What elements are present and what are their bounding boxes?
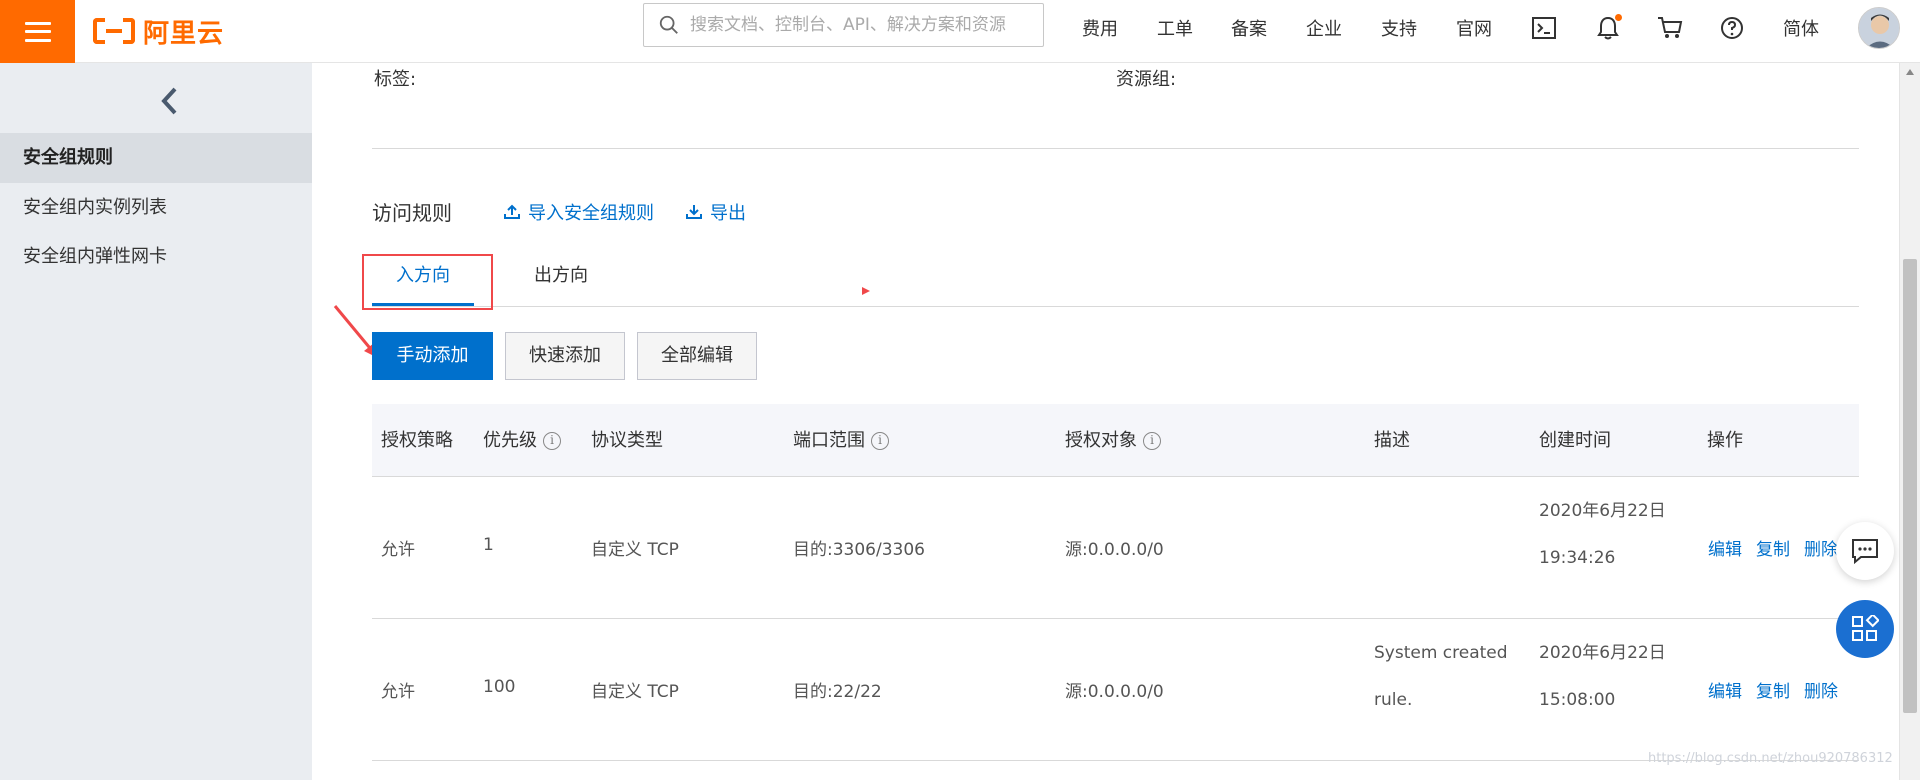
import-rules-label: 导入安全组规则 [528,203,654,224]
cell-created-time: 2020年6月22日 15:08:00 [1539,643,1666,710]
main-content: 标签: 资源组: 访问规则 导入安全组规则 导出 入方向 出方向 手动添加 快速… [312,63,1899,780]
cell-policy: 允许 [381,540,415,560]
header-protocol: 协议类型 [591,430,663,451]
copy-link[interactable]: 复制 [1756,682,1790,702]
cell-protocol: 自定义 TCP [591,682,679,702]
resource-group-label: 资源组: [1116,69,1177,90]
tags-label: 标签: [374,69,417,90]
quick-add-button[interactable]: 快速添加 [505,332,625,380]
hamburger-icon [24,21,51,42]
nav-icp[interactable]: 备案 [1231,15,1267,41]
export-label: 导出 [710,203,746,224]
nav-support[interactable]: 支持 [1381,15,1417,41]
nav-enterprise[interactable]: 企业 [1306,15,1342,41]
menu-button[interactable] [0,0,75,63]
info-icon[interactable]: i [543,431,561,450]
notification-dot [1615,14,1622,21]
scrollbar[interactable] [1899,63,1920,780]
header-policy: 授权策略 [381,430,453,451]
header-port-range: 端口范围 i [793,404,889,477]
edit-all-button[interactable]: 全部编辑 [637,332,757,380]
import-rules-button[interactable]: 导入安全组规则 [504,199,654,225]
sidebar: 安全组规则 安全组内实例列表 安全组内弹性网卡 [0,63,312,780]
nav-official-site[interactable]: 官网 [1456,15,1492,41]
info-icon[interactable]: i [871,431,889,450]
access-rules-title: 访问规则 [372,201,452,225]
delete-link[interactable]: 删除 [1804,682,1838,702]
search-box[interactable] [643,3,1044,47]
header-created-time: 创建时间 [1539,430,1611,451]
cell-port-range: 目的:22/22 [793,682,882,702]
chevron-left-icon [161,87,177,115]
cell-actions: 编辑 复制 删除 [1708,535,1852,560]
apps-button[interactable] [1836,600,1894,658]
search-icon [659,15,678,34]
cell-policy: 允许 [381,682,415,702]
header-description: 描述 [1374,430,1410,451]
cell-port-range: 目的:3306/3306 [793,540,925,560]
annotation-marker-icon [862,287,870,295]
aliyun-logo-mark [93,18,135,44]
header-auth-object: 授权对象 i [1065,404,1161,477]
user-avatar[interactable] [1858,7,1900,49]
cell-auth-object: 源:0.0.0.0/0 [1065,540,1164,560]
cell-auth-object: 源:0.0.0.0/0 [1065,682,1164,702]
download-icon [686,205,702,219]
search-input[interactable] [690,15,1030,35]
nav-tickets[interactable]: 工单 [1157,15,1193,41]
divider [372,148,1859,149]
cell-description: System created rule. [1374,643,1508,710]
apps-grid-icon [1852,615,1879,641]
copy-link[interactable]: 复制 [1756,540,1790,560]
back-button[interactable] [155,81,185,121]
cell-priority: 100 [483,677,516,697]
header-priority: 优先级 i [483,404,561,477]
aliyun-logo[interactable]: 阿里云 [93,14,225,49]
nav-fees[interactable]: 费用 [1082,15,1118,41]
chat-icon [1852,539,1878,564]
tab-outbound[interactable]: 出方向 [510,250,612,302]
tab-divider [372,306,1859,307]
cell-actions: 编辑 复制 删除 [1708,677,1852,702]
cell-created-time: 2020年6月22日 19:34:26 [1539,501,1666,568]
logo-text: 阿里云 [143,18,225,49]
chat-button[interactable] [1836,522,1894,580]
sidebar-item-instance-list[interactable]: 安全组内实例列表 [0,183,312,233]
table-row: 允许 1 自定义 TCP 目的:3306/3306 源:0.0.0.0/0 20… [372,477,1859,619]
cell-protocol: 自定义 TCP [591,540,679,560]
sidebar-item-eni[interactable]: 安全组内弹性网卡 [0,232,312,282]
edit-link[interactable]: 编辑 [1708,540,1742,560]
sidebar-item-security-group-rules[interactable]: 安全组规则 [0,133,312,183]
help-icon[interactable] [1718,14,1746,42]
terminal-icon[interactable] [1530,14,1558,42]
scroll-up-icon[interactable] [1905,68,1915,76]
cart-icon[interactable] [1656,14,1684,42]
info-icon[interactable]: i [1143,431,1161,450]
table-header: 授权策略 优先级 i 协议类型 端口范围 i 授权对象 i 描述 创建时间 操作 [372,404,1859,477]
edit-link[interactable]: 编辑 [1708,682,1742,702]
table-row: 允许 100 自定义 TCP 目的:22/22 源:0.0.0.0/0 Syst… [372,619,1859,761]
cell-priority: 1 [483,535,494,555]
scroll-thumb[interactable] [1903,259,1917,713]
language-switch[interactable]: 简体 [1783,15,1819,41]
watermark: https://blog.csdn.net/zhou920786312 [1648,751,1893,766]
top-bar: 阿里云 费用 工单 备案 企业 支持 官网 简体 [0,0,1920,63]
annotation-box [362,254,493,310]
bell-icon[interactable] [1594,14,1622,42]
upload-icon [504,204,520,219]
manual-add-button[interactable]: 手动添加 [372,332,493,380]
delete-link[interactable]: 删除 [1804,540,1838,560]
header-actions: 操作 [1707,430,1743,451]
export-button[interactable]: 导出 [686,199,746,225]
